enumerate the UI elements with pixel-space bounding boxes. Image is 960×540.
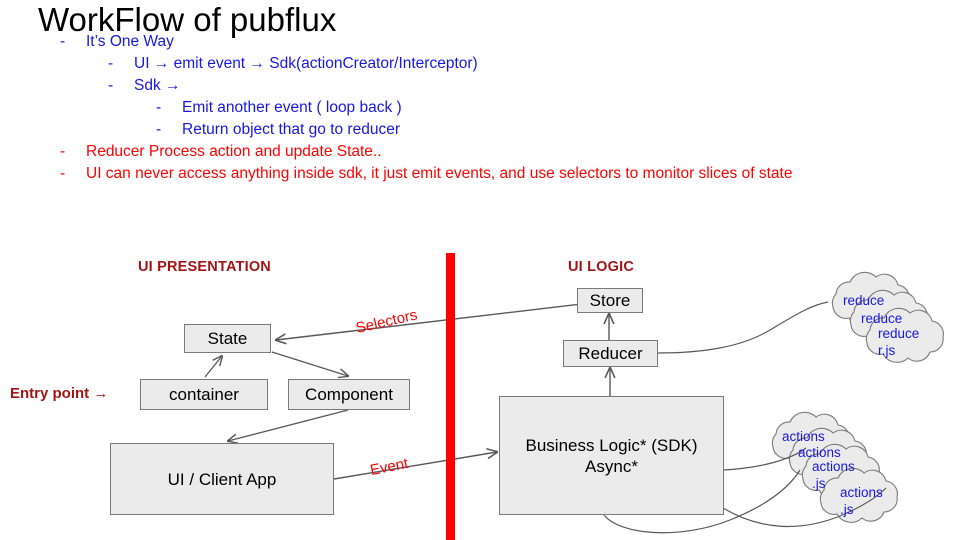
edge-ui-to-business-logic [333, 452, 497, 480]
node-reducer[interactable]: Reducer [563, 340, 658, 367]
workflow-diagram: UI PRESENTATION UI LOGIC Entry point → S… [0, 0, 960, 540]
node-state[interactable]: State [184, 324, 271, 353]
node-component[interactable]: Component [288, 379, 410, 410]
entry-point-label: Entry point → [10, 385, 109, 402]
edge-container-to-state [204, 356, 222, 378]
divider-bar [446, 253, 455, 540]
edge-reducer-to-reducer-files [656, 301, 829, 354]
section-label-ui-logic: UI LOGIC [568, 259, 635, 275]
node-store[interactable]: Store [577, 288, 643, 313]
node-container[interactable]: container [140, 379, 268, 410]
node-business-logic[interactable]: Business Logic* (SDK) Async* [499, 396, 724, 515]
node-ui-client-app[interactable]: UI / Client App [110, 443, 334, 515]
edge-component-to-ui [228, 409, 349, 441]
slide-canvas: WorkFlow of pubflux - It’s One Way - UI → e… [0, 0, 960, 540]
section-label-ui-presentation: UI PRESENTATION [138, 259, 271, 275]
edge-state-to-component [271, 351, 348, 376]
